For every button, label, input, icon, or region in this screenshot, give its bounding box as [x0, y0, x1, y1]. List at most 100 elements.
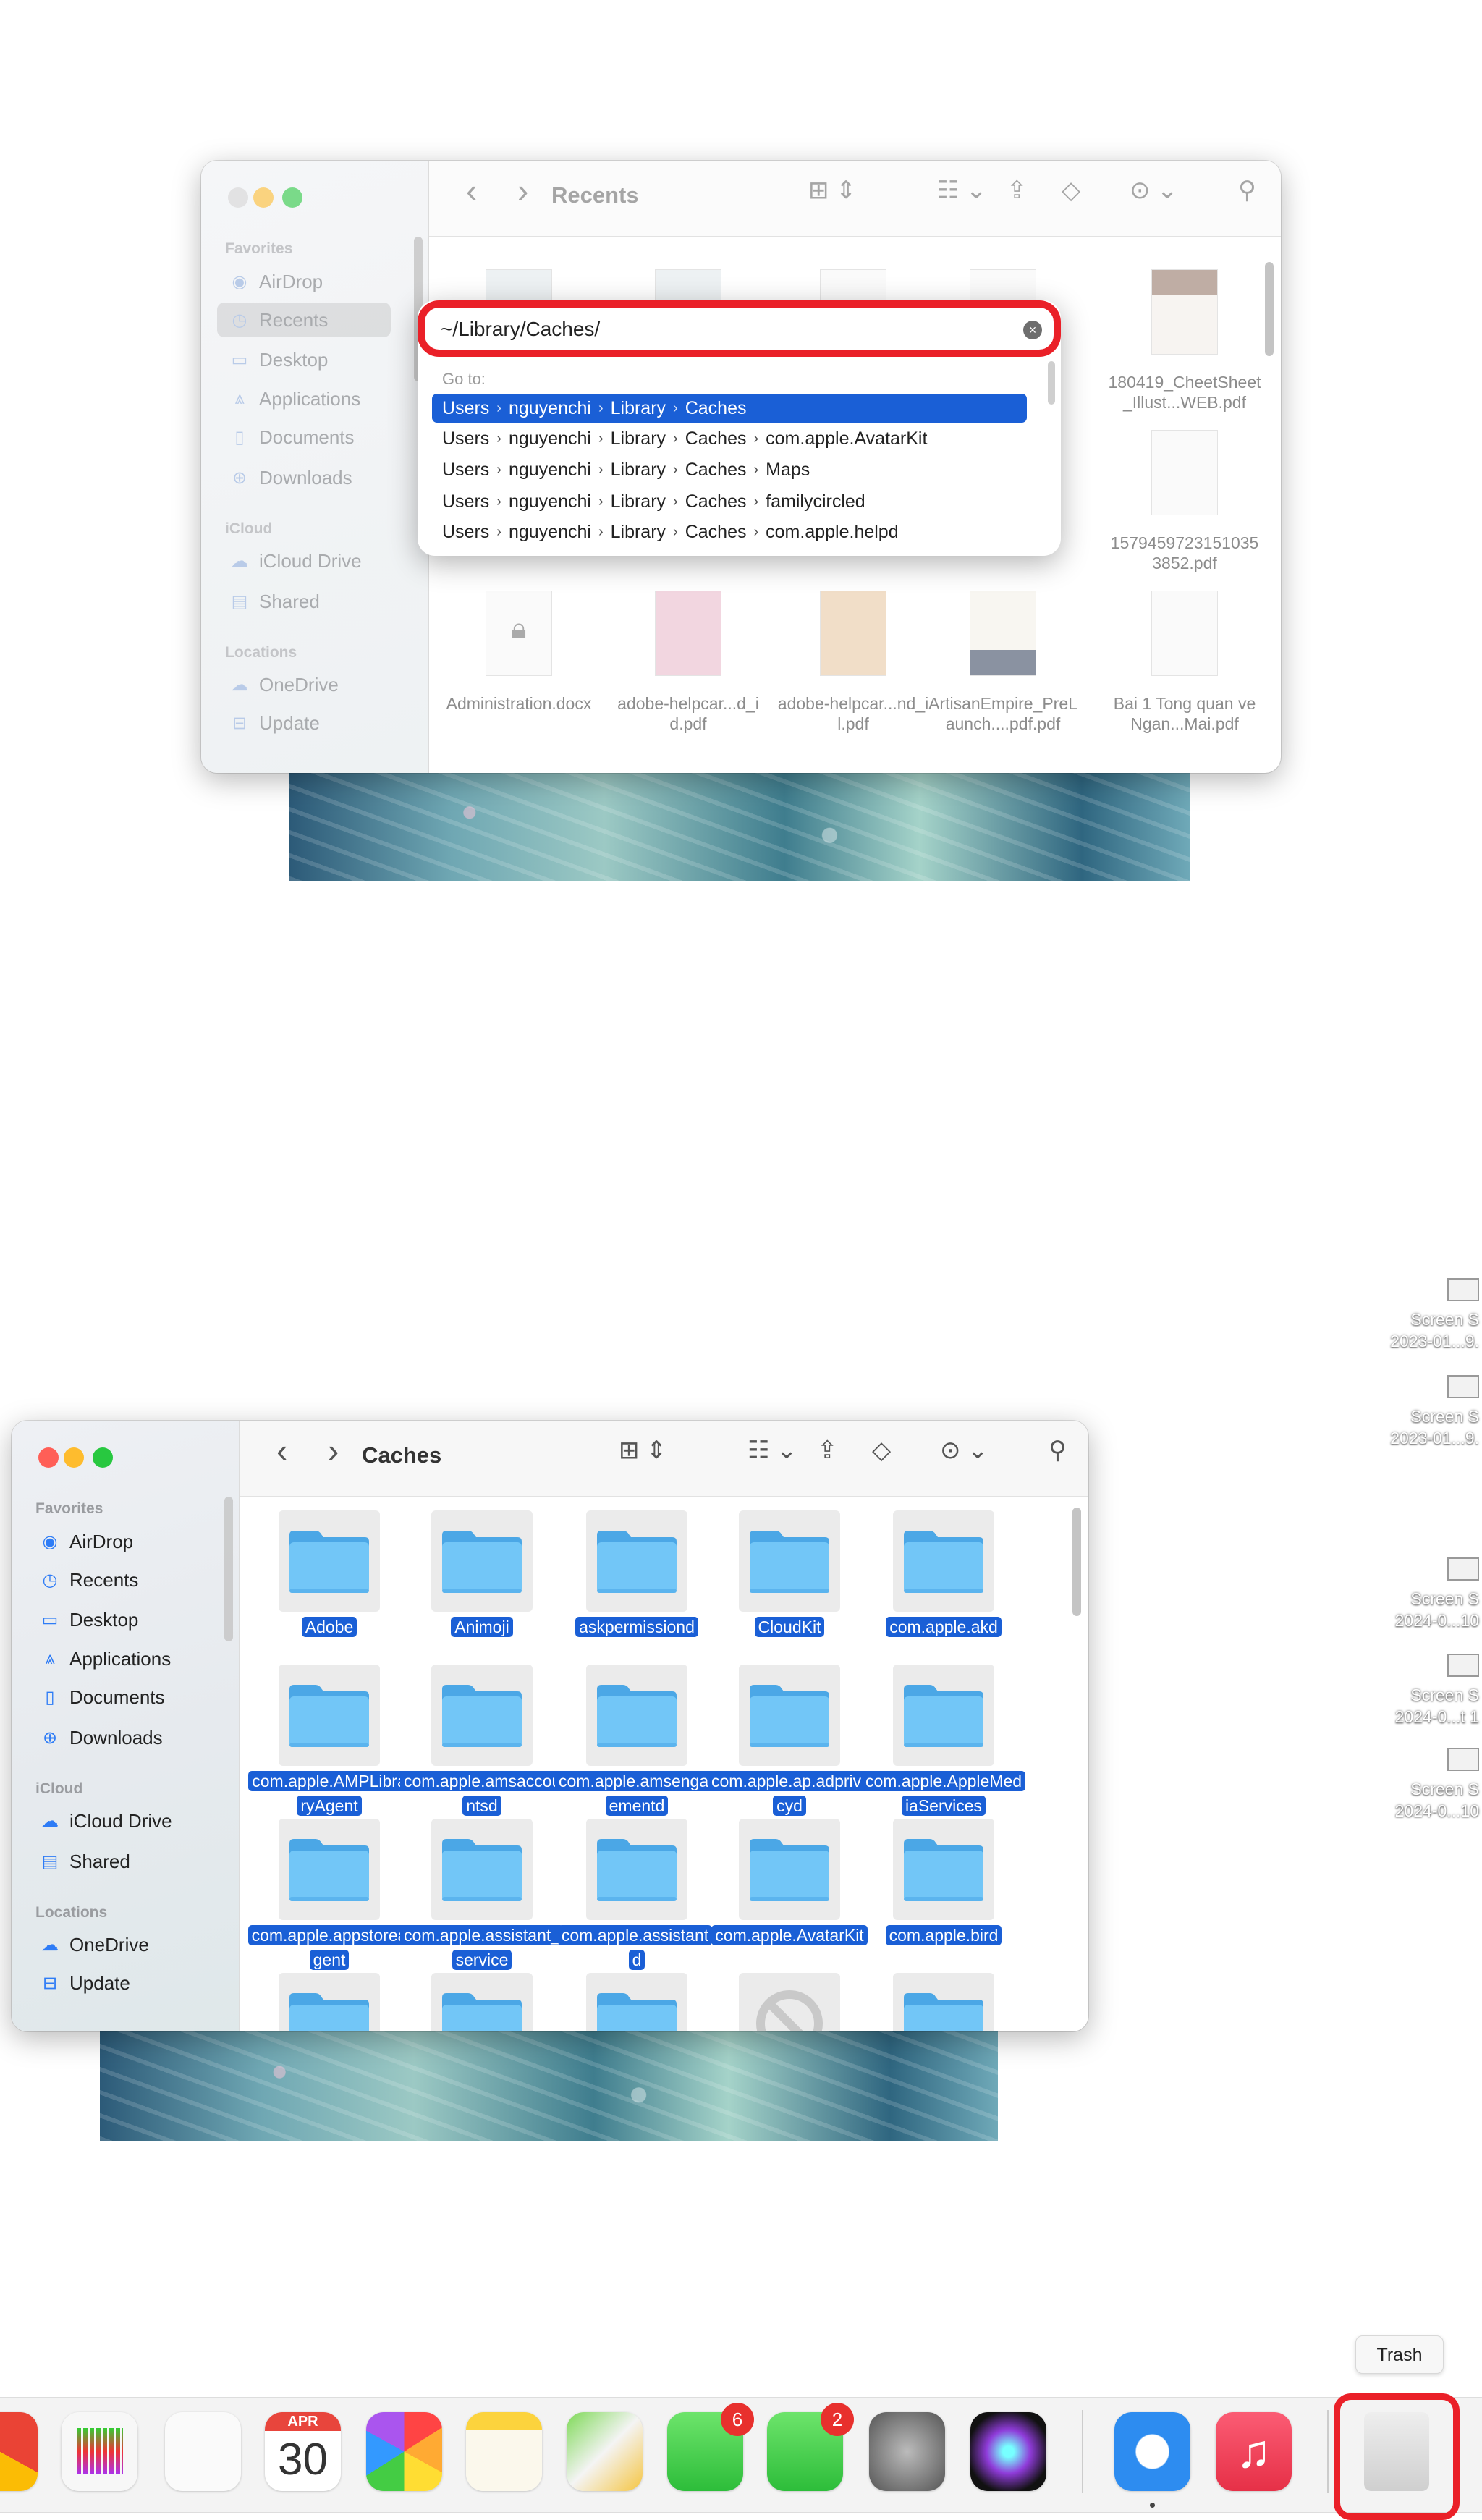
dock-icon-music[interactable]: ♫ [1216, 2412, 1292, 2491]
suggestion-row[interactable]: Users › nguyenchi › Library › Caches › com.apple… [432, 517, 1027, 546]
dock-icon-reminders[interactable] [165, 2412, 241, 2491]
folder-item[interactable] [399, 1973, 565, 2031]
content-scrollbar[interactable] [1072, 1508, 1081, 1616]
sidebar-scrollbar[interactable] [224, 1497, 233, 1641]
dock-icon-system-settings[interactable] [869, 2412, 945, 2491]
folder-item[interactable] [860, 1973, 1027, 2031]
folder-item[interactable]: askpermissiond [554, 1510, 720, 1641]
sidebar-item-documents[interactable]: ▯ Documents [217, 420, 391, 454]
folder-item[interactable]: com.apple.amsaccountsd [399, 1665, 565, 1819]
sidebar-item-downloads[interactable]: ⊕ Downloads [217, 460, 391, 495]
forward-button[interactable]: › [517, 174, 528, 207]
minimize-button[interactable] [64, 1447, 84, 1468]
sidebar-item-desktop[interactable]: ▭ Desktop [27, 1602, 201, 1637]
file-item[interactable]: adobe-helpcar...nd_il.pdf [770, 591, 936, 734]
share-icon[interactable]: ⇪ [817, 1438, 838, 1463]
content-scrollbar[interactable] [1265, 262, 1274, 356]
sidebar-item-onedrive[interactable]: ☁ OneDrive [217, 667, 391, 702]
dock-icon-siri[interactable] [970, 2412, 1046, 2491]
more-icon[interactable]: ⊙ ⌄ [940, 1438, 988, 1463]
sidebar-item-update[interactable]: ⊟ Update [27, 1966, 201, 2000]
tag-icon[interactable]: ◇ [1062, 178, 1080, 203]
sidebar-item-applications[interactable]: ⩓ Applications [217, 381, 391, 416]
zoom-button[interactable] [282, 187, 302, 208]
path-input[interactable]: ~/Library/Caches/ × [418, 300, 1061, 357]
close-button[interactable] [38, 1447, 59, 1468]
folder-item[interactable]: com.apple.assistant_service [399, 1819, 565, 1974]
clear-icon[interactable]: × [1023, 321, 1042, 339]
sidebar-item-documents[interactable]: ▯ Documents [27, 1680, 201, 1714]
sidebar-item-airdrop[interactable]: ◉ AirDrop [27, 1524, 201, 1559]
sidebar-item-icloud-drive[interactable]: ☁ iCloud Drive [27, 1804, 201, 1838]
scrollbar[interactable] [1048, 361, 1055, 405]
forward-button[interactable]: › [328, 1434, 339, 1467]
folder-item[interactable]: com.apple.AppleMediaServices [860, 1665, 1027, 1819]
dock-icon-notes[interactable] [466, 2412, 542, 2491]
suggestion-row[interactable]: Users › nguyenchi › Library › Caches › Maps [432, 455, 1027, 484]
file-item[interactable]: ArtisanEmpire_PreLaunch....pdf.pdf [920, 591, 1086, 734]
sidebar-item-icloud-drive[interactable]: ☁ iCloud Drive [217, 544, 391, 578]
dock-icon-maps[interactable] [567, 2412, 643, 2491]
back-button[interactable]: ‹ [276, 1434, 287, 1467]
folder-item[interactable] [706, 1973, 873, 2031]
sidebar-heading: iCloud [35, 1780, 83, 1797]
folder-item[interactable] [554, 1973, 720, 2031]
tag-icon[interactable]: ◇ [872, 1438, 891, 1463]
dock-icon-photos[interactable] [366, 2412, 442, 2491]
folder-item[interactable]: com.apple.akd [860, 1510, 1027, 1641]
minimize-button[interactable] [253, 187, 274, 208]
facetime-badge: 2 [821, 2403, 854, 2436]
group-icon[interactable]: ☷ ⌄ [748, 1438, 797, 1463]
desktop-file-item[interactable]: Screen S 2024-0...10 [1305, 1557, 1479, 1631]
zoom-button[interactable] [93, 1447, 113, 1468]
share-icon[interactable]: ⇪ [1007, 178, 1028, 203]
dock-icon-launchpad[interactable] [62, 2412, 137, 2491]
file-item[interactable]: 15794597231510353852.pdf [1101, 430, 1268, 573]
folder-item[interactable]: com.apple.assistantd [554, 1819, 720, 1974]
folder-item[interactable]: CloudKit [706, 1510, 873, 1641]
suggestion-row[interactable]: Users › nguyenchi › Library › Caches [432, 394, 1027, 423]
desktop-file-item[interactable]: Screen S 2023-01...9. [1305, 1278, 1479, 1352]
back-button[interactable]: ‹ [466, 174, 477, 207]
chevron-right-icon: › [673, 399, 678, 416]
sidebar-item-shared[interactable]: ▤ Shared [217, 584, 391, 619]
group-icon[interactable]: ☷ ⌄ [937, 178, 986, 203]
folder-item[interactable]: com.apple.AMPLibraryAgent [246, 1665, 412, 1819]
view-mode-icon[interactable]: ⊞ ⇕ [808, 178, 856, 203]
desktop-file-item[interactable]: Screen S 2023-01...9. [1305, 1375, 1479, 1449]
sidebar-item-onedrive[interactable]: ☁ OneDrive [27, 1927, 201, 1962]
close-button[interactable] [228, 187, 248, 208]
folder-item[interactable]: com.apple.AvatarKit [706, 1819, 873, 1949]
search-icon[interactable]: ⚲ [1238, 178, 1256, 203]
desktop-file-item[interactable]: Screen S 2024-0...t 1 [1305, 1654, 1479, 1728]
folder-item[interactable]: Adobe [246, 1510, 412, 1641]
folder-item[interactable]: com.apple.appstoreagent [246, 1819, 412, 1974]
file-item[interactable]: 180419_CheetSheet_Illust...WEB.pdf [1101, 269, 1268, 413]
view-mode-icon[interactable]: ⊞ ⇕ [619, 1438, 666, 1463]
file-item[interactable]: 🔒︎ Administration.docx [436, 591, 602, 714]
folder-item[interactable] [246, 1973, 412, 2031]
sidebar-item-recents[interactable]: ◷ Recents [27, 1563, 201, 1597]
download-icon: ⊕ [232, 468, 247, 488]
sidebar-item-airdrop[interactable]: ◉ AirDrop [217, 264, 391, 299]
folder-item[interactable]: Animoji [399, 1510, 565, 1641]
sidebar-item-applications[interactable]: ⩓ Applications [27, 1641, 201, 1676]
folder-item[interactable]: com.apple.amsengagementd [554, 1665, 721, 1819]
dock-icon-chrome[interactable] [0, 2412, 38, 2491]
search-icon[interactable]: ⚲ [1049, 1438, 1067, 1463]
dock-icon-safari[interactable] [1114, 2412, 1190, 2491]
sidebar-item-desktop[interactable]: ▭ Desktop [217, 342, 391, 377]
file-item[interactable]: adobe-helpcar...d_id.pdf [605, 591, 771, 734]
more-icon[interactable]: ⊙ ⌄ [1130, 178, 1177, 203]
sidebar-item-downloads[interactable]: ⊕ Downloads [27, 1720, 201, 1755]
suggestion-row[interactable]: Users › nguyenchi › Library › Caches › com.apple… [432, 424, 1027, 453]
sidebar-item-shared[interactable]: ▤ Shared [27, 1844, 201, 1879]
folder-item[interactable]: com.apple.ap.adprivacyd [706, 1665, 874, 1819]
suggestion-row[interactable]: Users › nguyenchi › Library › Caches › familycir… [432, 487, 1027, 516]
file-item[interactable]: Bai 1 Tong quan ve Ngan...Mai.pdf [1101, 591, 1268, 734]
sidebar-item-recents[interactable]: ◷ Recents [217, 303, 391, 337]
sidebar-item-update[interactable]: ⊟ Update [217, 706, 391, 740]
desktop-file-item[interactable]: Screen S 2024-0...10 [1305, 1748, 1479, 1822]
dock-icon-calendar[interactable]: APR 30 [265, 2412, 341, 2491]
folder-item[interactable]: com.apple.bird [860, 1819, 1027, 1949]
